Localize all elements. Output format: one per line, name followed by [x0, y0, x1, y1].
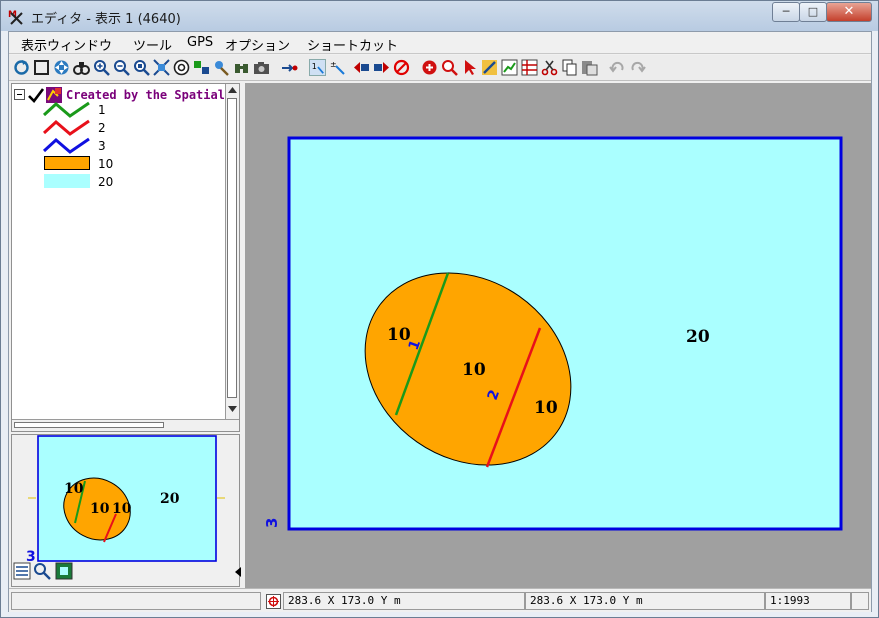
collapse-icon[interactable]: [14, 89, 25, 100]
pointer-icon[interactable]: [461, 59, 478, 76]
move-label-icon[interactable]: ±: [329, 59, 346, 76]
edit-icon[interactable]: [481, 59, 498, 76]
tool-icon[interactable]: [213, 59, 230, 76]
window-title: エディタ - 表示 1 (4640): [31, 12, 181, 27]
gps-icon[interactable]: [281, 59, 298, 76]
label-middle-10: 10: [462, 360, 486, 380]
menu-view-window[interactable]: 表示ウィンドウ: [21, 35, 112, 54]
label-outer-20: 20: [686, 327, 710, 347]
menu-options[interactable]: オプション: [225, 35, 290, 54]
legend-swatch-line-2: [42, 119, 90, 136]
next-icon[interactable]: [373, 59, 390, 76]
redraw-icon[interactable]: [13, 59, 30, 76]
map-canvas[interactable]: 10 10 10 20 1 2 3: [245, 83, 871, 588]
legend-label-20: 20: [98, 175, 114, 189]
status-message: [11, 592, 261, 610]
legend-label-3: 3: [98, 139, 106, 153]
overview-label-node: 3: [26, 549, 36, 562]
pan-icon[interactable]: [53, 59, 70, 76]
measure-icon[interactable]: [193, 59, 210, 76]
copy-icon[interactable]: [561, 59, 578, 76]
legend-hscroll-thumb[interactable]: [14, 422, 164, 428]
undo-icon[interactable]: [609, 59, 626, 76]
find-icon[interactable]: [233, 59, 250, 76]
overview-label-middle: 10: [90, 501, 110, 517]
camera-icon[interactable]: [253, 59, 270, 76]
maximize-button[interactable]: □: [799, 2, 827, 22]
menu-gps[interactable]: GPS: [187, 35, 213, 50]
legend-horizontal-scrollbar[interactable]: [12, 419, 239, 431]
chart-icon[interactable]: [501, 59, 518, 76]
globe-icon[interactable]: [173, 59, 190, 76]
zoom-in-icon[interactable]: [93, 59, 110, 76]
previous-icon[interactable]: [353, 59, 370, 76]
legend-scroll-thumb[interactable]: [227, 98, 237, 398]
legend-swatch-fill-10: [44, 156, 90, 170]
status-coordinates-1: 283.6 X 173.0 Y m: [283, 592, 525, 610]
overview-map[interactable]: 10 10 10 20 3: [12, 435, 239, 562]
menu-bar: 表示ウィンドウ ツール GPS オプション ショートカット: [9, 32, 871, 54]
status-coordinates-2: 283.6 X 173.0 Y m: [525, 592, 765, 610]
cut-icon[interactable]: [541, 59, 558, 76]
legend-view-icon[interactable]: [13, 562, 31, 580]
table-icon[interactable]: [521, 59, 538, 76]
overview-label-left: 10: [64, 481, 84, 497]
menu-tools[interactable]: ツール: [133, 35, 172, 54]
toolbar: 1 ±: [9, 55, 871, 81]
svg-text:±: ±: [330, 60, 337, 69]
legend-label-2: 2: [98, 121, 106, 135]
legend-swatch-line-1: [42, 101, 90, 118]
layer-title: Created by the Spatial E: [66, 88, 224, 102]
search-icon[interactable]: [33, 562, 51, 580]
legend-swatch-line-3: [42, 137, 90, 154]
legend-vertical-scrollbar[interactable]: [225, 84, 239, 419]
status-scale: 1:1993: [765, 592, 851, 610]
redo-icon[interactable]: [629, 59, 646, 76]
app-icon: M: [8, 10, 23, 25]
menu-shortcuts[interactable]: ショートカット: [307, 35, 398, 54]
title-bar[interactable]: M エディタ - 表示 1 (4640) ─ □ ✕: [1, 1, 878, 31]
zoom-out-icon[interactable]: [113, 59, 130, 76]
overview-tools: [11, 562, 240, 582]
cancel-icon[interactable]: [393, 59, 410, 76]
overview-map-icon[interactable]: [55, 562, 73, 580]
scroll-up-icon[interactable]: [227, 85, 238, 95]
coordinate-target-icon[interactable]: [266, 594, 281, 609]
select-icon[interactable]: 1: [309, 59, 326, 76]
map-view[interactable]: 10 10 10 20 1 2 3: [245, 83, 871, 588]
legend-panel: Created by the Spatial E 1 2 3 10 20: [11, 83, 240, 432]
legend-label-10: 10: [98, 157, 114, 171]
zoom-in-red-icon[interactable]: [421, 59, 438, 76]
overview-label-outer: 20: [160, 491, 180, 507]
status-bar: 283.6 X 173.0 Y m 283.6 X 173.0 Y m 1:19…: [9, 588, 871, 612]
full-extent-icon[interactable]: [33, 59, 50, 76]
overview-label-right: 10: [112, 501, 132, 517]
minimize-button[interactable]: ─: [772, 2, 800, 22]
status-grip: [851, 592, 869, 610]
zoom-layer-icon[interactable]: [153, 59, 170, 76]
legend-swatch-fill-20: [44, 174, 90, 188]
svg-text:1: 1: [312, 62, 317, 71]
binoculars-icon[interactable]: [73, 59, 90, 76]
scroll-down-icon[interactable]: [227, 404, 238, 414]
paste-icon[interactable]: [581, 59, 598, 76]
close-button[interactable]: ✕: [826, 2, 872, 22]
client-area: 表示ウィンドウ ツール GPS オプション ショートカット 1 ± Create…: [8, 31, 872, 612]
node-label-3: 3: [263, 518, 281, 528]
editor-window: M エディタ - 表示 1 (4640) ─ □ ✕ 表示ウィンドウ ツール G…: [0, 0, 879, 618]
label-right-10: 10: [534, 398, 558, 418]
legend-label-1: 1: [98, 103, 106, 117]
zoom-box-icon[interactable]: [133, 59, 150, 76]
zoom-out-red-icon[interactable]: [441, 59, 458, 76]
